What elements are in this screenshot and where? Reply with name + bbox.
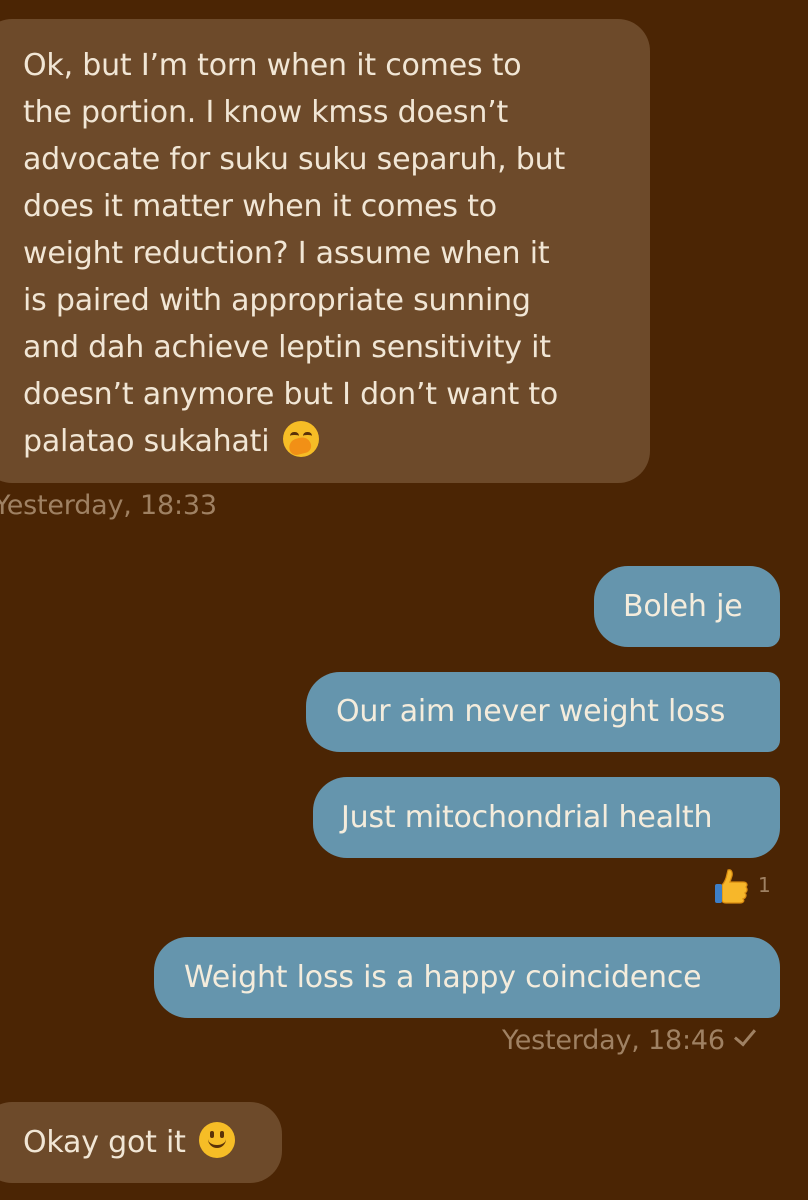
message-line: is paired with appropriate sunning	[23, 283, 531, 318]
incoming-message-bubble[interactable]: Ok, but I’m torn when it comes to the po…	[0, 19, 650, 483]
outgoing-message-bubble[interactable]: Just mitochondrial health	[313, 777, 780, 858]
slightly-smiling-face-icon	[199, 1122, 236, 1158]
message-text: Weight loss is a happy coincidence	[184, 960, 702, 995]
message-line-last: palatao sukahati	[23, 418, 650, 465]
message-line: doesn’t anymore but I don’t want to	[23, 377, 559, 412]
outgoing-message-bubble[interactable]: Boleh je	[594, 566, 780, 647]
message-line: advocate for suku suku separuh, but	[23, 142, 566, 177]
message-line-text: palatao sukahati	[23, 424, 270, 459]
message-line: Ok, but I’m torn when it comes to	[23, 48, 522, 83]
outgoing-message-bubble[interactable]: Weight loss is a happy coincidence	[154, 937, 780, 1018]
face-with-hand-over-mouth-icon	[282, 421, 319, 457]
message-text: Our aim never weight loss	[336, 694, 726, 729]
sent-check-icon	[733, 1023, 756, 1047]
message-timestamp: Yesterday, 18:33	[0, 490, 217, 521]
message-text: Boleh je	[623, 589, 743, 624]
message-line: weight reduction? I assume when it	[23, 236, 550, 271]
message-reaction[interactable]: 1	[714, 866, 771, 904]
message-line: does it matter when it comes to	[23, 189, 497, 224]
outgoing-message-bubble[interactable]: Our aim never weight loss	[306, 672, 780, 752]
thumbs-up-icon	[715, 869, 748, 904]
incoming-message-bubble[interactable]: Okay got it	[0, 1102, 282, 1183]
reaction-count: 1	[758, 873, 771, 897]
message-timestamp: Yesterday, 18:46	[502, 1023, 756, 1056]
message-line: and dah achieve leptin sensitivity it	[23, 330, 551, 365]
message-line: the portion. I know kmss doesn’t	[23, 95, 509, 130]
message-text: Just mitochondrial health	[341, 800, 713, 835]
timestamp-text: Yesterday, 18:46	[502, 1025, 725, 1056]
message-text: Okay got it	[23, 1125, 186, 1160]
